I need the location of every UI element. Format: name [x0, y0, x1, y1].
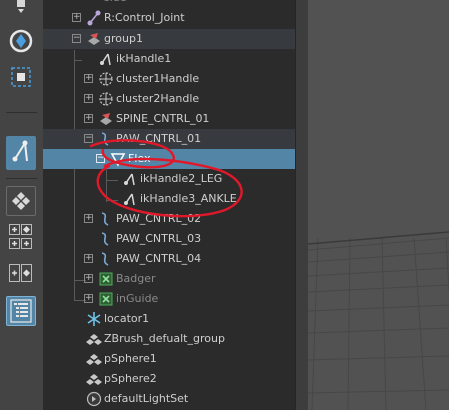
scale-icon: [11, 67, 31, 87]
red-annotation-scribble: [89, 139, 243, 218]
ik-tool-button[interactable]: [6, 136, 36, 170]
diamond-grid-icon: [12, 192, 30, 210]
scale-tool-button[interactable]: [6, 62, 36, 92]
outliner-list-icon: [10, 299, 32, 323]
outliner-panel: side + R:Control_Joint − group1 ikHandle…: [43, 0, 295, 410]
toolbar-separator: [6, 178, 37, 179]
move-tool-button[interactable]: [6, 0, 36, 18]
toolbar-separator: [6, 112, 37, 113]
layout-split-button[interactable]: [6, 258, 36, 288]
outliner-layout-button[interactable]: [6, 296, 36, 326]
plus-diamond-icon: [9, 264, 32, 282]
viewport-grid: [308, 231, 449, 410]
layout-four-button[interactable]: [6, 186, 36, 216]
ik-handle-icon: [12, 140, 28, 162]
rotate-tool-button[interactable]: [6, 26, 36, 56]
plus-grid-icon: [9, 224, 32, 249]
outliner-scrollbar[interactable]: [295, 0, 308, 410]
rotate-icon: [9, 29, 33, 53]
layout-grid-button[interactable]: [6, 222, 36, 252]
viewport-3d[interactable]: [308, 0, 449, 410]
left-toolbar: [0, 0, 44, 410]
move-icon: [17, 0, 25, 13]
